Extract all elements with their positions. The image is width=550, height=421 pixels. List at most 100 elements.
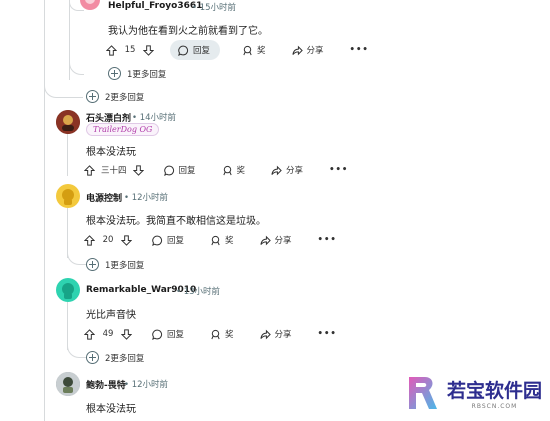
avatar-icon	[62, 189, 74, 205]
watermark-text: 若宝软件园 RBSCN.COM	[447, 376, 542, 410]
reply-label: 回复	[167, 330, 185, 340]
comment-username[interactable]: 鲍勃-畏特	[86, 378, 126, 391]
reply-label: 回复	[193, 46, 211, 56]
share-label: 分享	[274, 236, 292, 246]
downvote-icon[interactable]	[143, 44, 154, 56]
award-button[interactable]: 奖	[206, 230, 238, 250]
more-replies-link[interactable]: 1更多回复	[108, 67, 166, 80]
more-label: •••	[317, 235, 337, 245]
award-button[interactable]: 奖	[218, 160, 250, 180]
more-replies-label: 1更多回复	[127, 69, 167, 80]
reply-button[interactable]: 回复	[170, 40, 221, 60]
reply-label: 回复	[178, 166, 196, 176]
comment-actions: 三十四 回复 奖 分享 •••	[84, 160, 370, 180]
share-button[interactable]: 分享	[256, 230, 296, 250]
more-options-button[interactable]: •••	[346, 40, 373, 60]
thread-line-c3	[67, 132, 68, 176]
reply-button[interactable]: 回复	[148, 230, 188, 250]
share-label: 分享	[286, 166, 304, 176]
plus-circle-icon	[86, 90, 99, 103]
more-replies-label: 2更多回复	[105, 92, 145, 103]
reply-button[interactable]: 回复	[160, 160, 200, 180]
avatar[interactable]	[56, 372, 80, 396]
more-label: •••	[329, 165, 349, 175]
comment-icon	[152, 329, 163, 340]
vote-group: 20	[84, 234, 132, 246]
comment-username[interactable]: Helpful_Froyo3661	[108, 1, 202, 11]
watermark: 若宝软件园 RBSCN.COM	[405, 373, 542, 413]
upvote-icon[interactable]	[84, 234, 95, 246]
more-replies-label: 2更多回复	[105, 353, 145, 364]
upvote-icon[interactable]	[106, 44, 117, 56]
downvote-icon[interactable]	[121, 328, 132, 340]
user-flair: TrailerDog OG	[86, 123, 160, 136]
share-button[interactable]: 分享	[256, 324, 296, 344]
comment-actions: 49 回复 奖 分享 •••	[84, 324, 359, 344]
reply-button[interactable]: 回复	[148, 324, 188, 344]
more-options-button[interactable]: •••	[314, 230, 341, 250]
award-label: 奖	[236, 166, 246, 176]
more-label: •••	[349, 45, 369, 55]
award-label: 奖	[257, 46, 266, 56]
vote-count: 20	[102, 235, 114, 245]
share-button[interactable]: 分享	[288, 40, 328, 60]
share-button[interactable]: 分享	[267, 160, 307, 180]
plus-circle-icon	[86, 351, 99, 364]
comment-actions: 20 回复 奖 分享 •••	[84, 230, 359, 250]
comment-actions: 15 回复 奖 分享 •••	[106, 40, 391, 60]
comment-username[interactable]: 电源控制	[86, 191, 122, 204]
watermark-logo-icon	[408, 377, 437, 409]
comment-icon	[163, 165, 174, 176]
vote-group: 15	[106, 44, 154, 56]
more-replies-link[interactable]: 2更多回复	[86, 351, 144, 364]
downvote-icon[interactable]	[132, 164, 144, 176]
share-icon	[271, 165, 282, 175]
comment-time: • 12小时前	[124, 193, 169, 203]
share-label: 分享	[274, 330, 292, 340]
avatar-icon	[56, 110, 80, 134]
more-options-button[interactable]: •••	[325, 160, 352, 180]
comment-body: 我认为他在看到火之前就看到了它。	[108, 26, 268, 37]
comment-icon	[178, 45, 189, 56]
comment-body: 根本没法玩	[86, 147, 136, 158]
comment-time: • 12小时前	[124, 380, 169, 390]
more-label: •••	[317, 329, 337, 339]
upvote-icon[interactable]	[84, 328, 95, 340]
plus-circle-icon	[86, 258, 99, 271]
comment-body: 根本没法玩	[86, 404, 136, 415]
award-button[interactable]: 奖	[238, 40, 270, 60]
vote-count: 49	[102, 329, 114, 339]
avatar[interactable]	[56, 278, 80, 302]
award-button[interactable]: 奖	[206, 324, 238, 344]
avatar-icon	[56, 372, 80, 396]
upvote-icon[interactable]	[84, 164, 95, 176]
comment-body: 光比声音快	[86, 310, 136, 321]
avatar-icon	[62, 283, 74, 299]
award-icon	[243, 45, 252, 55]
downvote-icon[interactable]	[121, 234, 132, 246]
share-label: 分享	[306, 46, 324, 56]
vote-count: 15	[124, 45, 136, 55]
more-options-button[interactable]: •••	[314, 324, 341, 344]
avatar[interactable]	[56, 184, 80, 208]
more-replies-link[interactable]: 2更多回复	[86, 90, 144, 103]
share-icon	[259, 329, 271, 339]
watermark-subtitle: RBSCN.COM	[471, 403, 518, 410]
vote-group: 49	[84, 328, 132, 340]
comment-time: • 15小时前	[192, 3, 237, 13]
reply-label: 回复	[167, 236, 185, 246]
comment-time: • 14小时前	[132, 113, 177, 123]
comment-time: • 13小时前	[176, 287, 221, 297]
share-icon	[259, 235, 271, 245]
award-label: 奖	[225, 236, 234, 246]
watermark-title: 若宝软件园	[446, 380, 542, 402]
vote-group: 三十四	[84, 164, 144, 176]
comment-body: 根本没法玩。我简直不敢相信这是垃圾。	[86, 216, 266, 227]
avatar[interactable]	[56, 110, 80, 134]
award-icon	[211, 235, 220, 245]
vote-count: 三十四	[101, 166, 127, 176]
more-replies-link[interactable]: 1更多回复	[86, 258, 144, 271]
plus-circle-icon	[108, 67, 121, 80]
award-icon	[222, 165, 232, 175]
thread-elbow	[69, 60, 84, 75]
